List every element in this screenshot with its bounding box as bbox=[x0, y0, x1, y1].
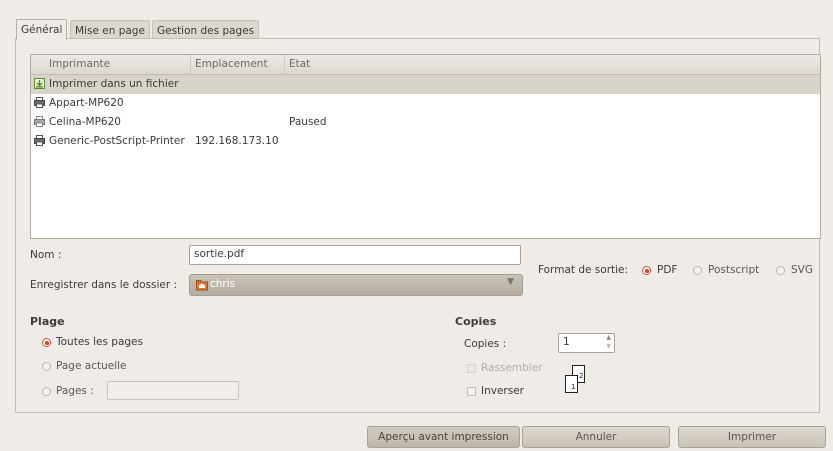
format-pdf-radio[interactable] bbox=[642, 266, 651, 275]
current-page-radio[interactable] bbox=[42, 362, 51, 371]
folder-chooser[interactable]: chris ▼ bbox=[189, 274, 523, 296]
copies-label: Copies : bbox=[464, 338, 507, 350]
all-pages-radio[interactable] bbox=[42, 338, 51, 347]
tab-page-handling[interactable]: Gestion des pages bbox=[152, 20, 260, 40]
reverse-checkbox[interactable] bbox=[467, 387, 476, 396]
printer-name: Imprimer dans un fichier bbox=[49, 78, 179, 90]
collate-pages-icon: 2 1 bbox=[565, 365, 585, 393]
copies-title: Copies bbox=[455, 315, 497, 328]
copies-value: 1 bbox=[563, 336, 570, 348]
printer-name: Appart-MP620 bbox=[49, 97, 124, 109]
format-pdf-label[interactable]: PDF bbox=[657, 264, 677, 276]
printer-row[interactable]: Appart-MP620 bbox=[31, 94, 820, 113]
pages-radio[interactable] bbox=[42, 387, 51, 396]
svg-text:2: 2 bbox=[579, 372, 583, 380]
cancel-button[interactable]: Annuler bbox=[522, 426, 670, 448]
printer-icon bbox=[34, 135, 45, 146]
file-name-input[interactable]: sortie.pdf bbox=[189, 245, 521, 265]
format-svg-label[interactable]: SVG bbox=[791, 264, 813, 276]
printer-name: Generic-PostScript-Printer bbox=[49, 135, 185, 147]
pages-input[interactable] bbox=[107, 381, 239, 400]
printer-row[interactable]: Generic-PostScript-Printer 192.168.173.1… bbox=[31, 132, 820, 151]
collate-label[interactable]: Rassembler bbox=[481, 362, 543, 374]
format-label: Format de sortie: bbox=[538, 264, 629, 276]
spin-down-icon[interactable]: ▼ bbox=[606, 343, 611, 351]
file-printer-icon bbox=[34, 78, 45, 89]
printer-row[interactable]: Celina-MP620 Paused bbox=[31, 113, 820, 132]
format-svg-radio[interactable] bbox=[776, 266, 785, 275]
range-title: Plage bbox=[30, 315, 65, 328]
print-button[interactable]: Imprimer bbox=[678, 426, 826, 448]
column-header-location[interactable]: Emplacement bbox=[191, 55, 285, 74]
folder-name: chris bbox=[210, 278, 236, 290]
format-postscript-label[interactable]: Postscript bbox=[708, 264, 759, 276]
column-header-printer[interactable]: Imprimante bbox=[31, 55, 191, 74]
printer-icon bbox=[34, 97, 45, 108]
tab-page-setup[interactable]: Mise en page bbox=[70, 20, 150, 40]
printer-paused-icon bbox=[34, 116, 45, 127]
printer-name: Celina-MP620 bbox=[49, 116, 121, 128]
format-postscript-radio[interactable] bbox=[693, 266, 702, 275]
printer-list[interactable]: Imprimante Emplacement Etat Imprimer dan… bbox=[30, 54, 821, 239]
folder-label: Enregistrer dans le dossier : bbox=[30, 279, 178, 291]
copies-spinbutton[interactable]: 1 ▲ ▼ bbox=[558, 333, 615, 353]
column-header-state[interactable]: Etat bbox=[285, 55, 820, 74]
svg-text:1: 1 bbox=[571, 383, 575, 391]
printer-location: 192.168.173.10 bbox=[195, 135, 279, 147]
printer-list-header: Imprimante Emplacement Etat bbox=[31, 55, 820, 75]
current-page-label[interactable]: Page actuelle bbox=[56, 360, 127, 372]
printer-row[interactable]: Imprimer dans un fichier bbox=[31, 75, 820, 94]
spin-up-icon[interactable]: ▲ bbox=[606, 334, 611, 342]
name-label: Nom : bbox=[30, 249, 62, 261]
collate-checkbox[interactable] bbox=[467, 364, 476, 373]
printer-state: Paused bbox=[289, 116, 327, 128]
reverse-label[interactable]: Inverser bbox=[481, 385, 524, 397]
all-pages-label[interactable]: Toutes les pages bbox=[56, 336, 143, 348]
pages-label[interactable]: Pages : bbox=[56, 385, 94, 397]
dropdown-arrow-icon: ▼ bbox=[507, 277, 514, 287]
tab-general[interactable]: Général bbox=[16, 19, 68, 40]
print-preview-button[interactable]: Aperçu avant impression bbox=[367, 426, 520, 448]
home-folder-icon bbox=[196, 280, 208, 291]
